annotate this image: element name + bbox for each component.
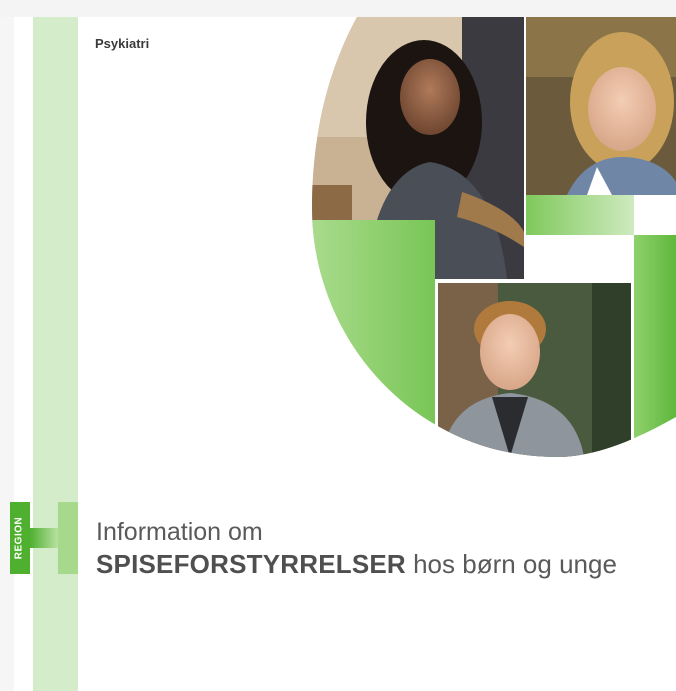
left-margin (0, 17, 14, 691)
department-label: Psykiatri (95, 36, 150, 51)
photo-boy (438, 283, 631, 457)
hero-photo-collage (312, 17, 676, 457)
green-block-right (634, 235, 676, 457)
top-strip (0, 0, 676, 17)
title-line-2: SPISEFORSTYRRELSER hos børn og unge (96, 549, 617, 580)
title-line-1: Information om (96, 518, 263, 546)
green-block-left (312, 220, 435, 457)
green-block-middle (526, 195, 634, 235)
green-vertical-bar (33, 17, 78, 691)
brochure-cover: Psykiatri REGION Information om SPISEFOR… (0, 0, 676, 691)
title-keyword: SPISEFORSTYRRELSER (96, 549, 406, 579)
logo-region-text: REGION (13, 516, 25, 560)
photo-young-girl (526, 17, 676, 195)
title-suffix: hos børn og unge (405, 549, 617, 579)
